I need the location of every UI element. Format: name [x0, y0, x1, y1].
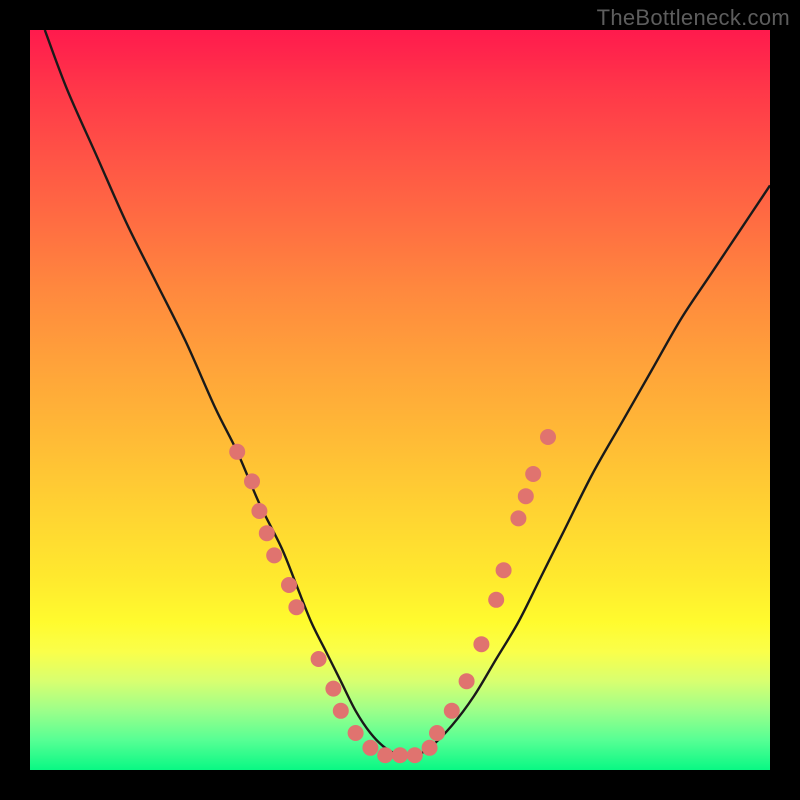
curve-marker [429, 725, 445, 741]
curve-marker [496, 562, 512, 578]
curve-marker [444, 703, 460, 719]
curve-marker [422, 740, 438, 756]
watermark-text: TheBottleneck.com [597, 5, 790, 31]
plot-area [30, 30, 770, 770]
bottleneck-curve-svg [30, 30, 770, 770]
curve-marker [488, 592, 504, 608]
curve-marker [244, 473, 260, 489]
curve-marker [288, 599, 304, 615]
curve-marker [407, 747, 423, 763]
curve-marker [251, 503, 267, 519]
curve-marker [510, 510, 526, 526]
curve-marker [540, 429, 556, 445]
curve-markers [229, 429, 556, 763]
curve-marker [377, 747, 393, 763]
curve-marker [333, 703, 349, 719]
curve-marker [259, 525, 275, 541]
curve-marker [392, 747, 408, 763]
curve-marker [525, 466, 541, 482]
curve-marker [473, 636, 489, 652]
curve-marker [266, 547, 282, 563]
curve-marker [459, 673, 475, 689]
bottleneck-curve-path [45, 30, 770, 756]
curve-marker [362, 740, 378, 756]
curve-marker [311, 651, 327, 667]
curve-marker [229, 444, 245, 460]
curve-marker [348, 725, 364, 741]
chart-frame: TheBottleneck.com [0, 0, 800, 800]
curve-marker [325, 681, 341, 697]
curve-marker [281, 577, 297, 593]
curve-marker [518, 488, 534, 504]
